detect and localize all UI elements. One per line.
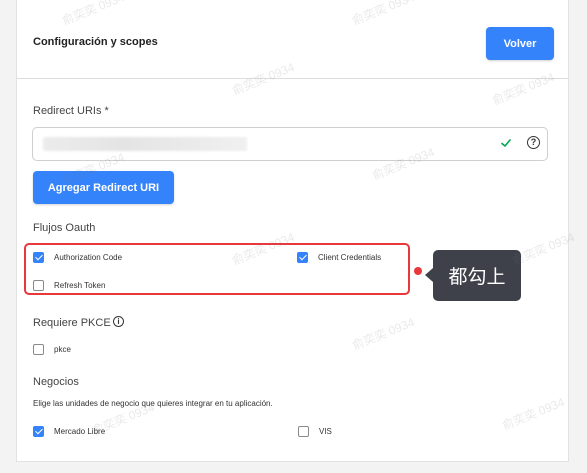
checkbox-label: VIS [319, 427, 332, 436]
business-description: Elige las unidades de negocio que quiere… [33, 399, 273, 408]
checkbox-checked[interactable] [33, 426, 44, 437]
checkbox-label: pkce [54, 345, 71, 354]
checkbox-unchecked[interactable] [298, 426, 309, 437]
checkbox-pkce[interactable]: pkce [33, 344, 71, 355]
redirect-uris-label: Redirect URIs * [33, 105, 109, 117]
oauth-flows-title: Flujos Oauth [33, 222, 96, 234]
annotation-callout: 都勾上 [425, 250, 521, 301]
question-circle-icon[interactable]: ? [527, 136, 540, 149]
check-icon [501, 139, 511, 147]
redirect-uri-value-blurred [43, 137, 247, 151]
checkbox-label: Mercado Libre [54, 427, 106, 436]
checkbox-mercado-libre[interactable]: Mercado Libre [33, 426, 105, 437]
business-title: Negocios [33, 376, 79, 388]
annotation-highlight-box [24, 243, 410, 295]
checkbox-vis[interactable]: VIS [298, 426, 332, 437]
pkce-title: Requiere PKCE [33, 317, 111, 329]
page-title: Configuración y scopes [33, 36, 158, 48]
info-icon[interactable]: i [113, 316, 124, 327]
back-button[interactable]: Volver [486, 27, 554, 60]
add-redirect-uri-button[interactable]: Agregar Redirect URI [33, 171, 174, 204]
redirect-uri-input[interactable]: ? [32, 127, 548, 161]
panel-header: Configuración y scopes Volver [17, 0, 568, 79]
checkbox-unchecked[interactable] [33, 344, 44, 355]
annotation-pointer-dot [414, 267, 422, 275]
app-config-panel: Configuración y scopes Volver Redirect U… [16, 0, 569, 462]
